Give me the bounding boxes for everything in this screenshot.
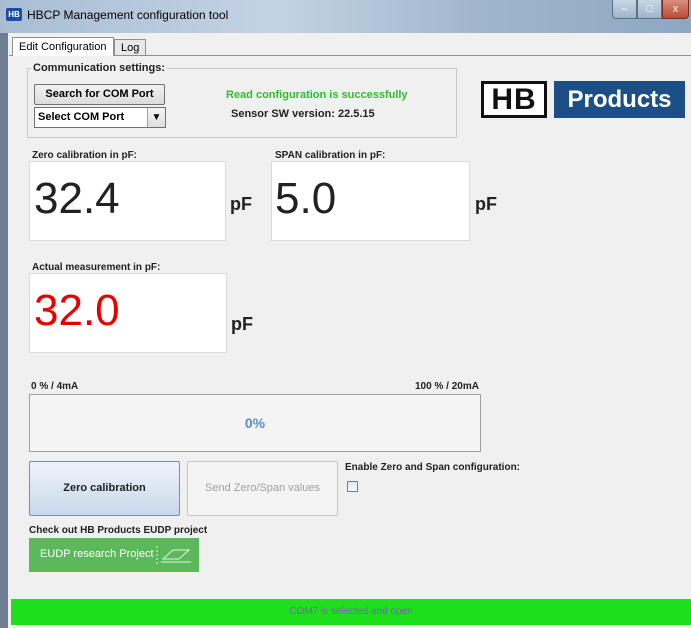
close-button[interactable]: x [662,0,689,19]
chevron-down-icon[interactable]: ▼ [147,108,165,127]
tab-log[interactable]: Log [114,39,146,55]
zero-calibration-button[interactable]: Zero calibration [29,461,180,516]
search-com-port-button[interactable]: Search for COM Port [34,84,165,105]
actual-measurement-display: 32.0 [29,273,227,353]
eudp-label: Check out HB Products EUDP project [29,525,208,536]
maximize-button[interactable]: □ [637,0,662,19]
zero-calibration-unit: pF [230,194,252,214]
app-icon: HB [6,8,22,21]
progress-text: 0% [244,415,266,431]
range-high-label: 100 % / 20mA [415,381,479,392]
span-calibration-label: SPAN calibration in pF: [275,150,386,161]
com-port-select[interactable]: Select COM Port ▼ [34,107,166,128]
eudp-button-label: EUDP research Project [40,548,154,560]
actual-measurement-unit: pF [231,314,253,334]
span-calibration-field[interactable]: 5.0 [271,161,470,241]
enable-config-label: Enable Zero and Span configuration: [345,462,521,473]
window-title: HBCP Management configuration tool [27,8,229,22]
eudp-research-button[interactable]: EUDP research Project [29,538,199,572]
zero-calibration-label: Zero calibration in pF: [32,150,138,161]
logo-hb: HB [481,81,547,118]
enable-config-checkbox[interactable] [347,481,358,492]
span-calibration-unit: pF [475,194,497,214]
chart-icon [156,546,191,564]
communication-group-title: Communication settings: [31,62,168,74]
measurement-progress-bar: 0% [29,394,481,452]
sensor-sw-version: Sensor SW version: 22.5.15 [231,108,375,120]
logo-products: Products [554,81,685,118]
read-status-message: Read configuration is successfully [226,89,408,101]
send-zero-span-button[interactable]: Send Zero/Span values [187,461,338,516]
actual-measurement-label: Actual measurement in pF: [32,262,161,273]
zero-calibration-field[interactable]: 32.4 [29,161,226,241]
range-low-label: 0 % / 4mA [31,381,79,392]
status-bar: COM7 is selected and open [11,599,691,625]
com-port-select-value: Select COM Port [38,111,125,123]
tab-edit-configuration[interactable]: Edit Configuration [12,37,114,56]
minimize-button[interactable]: – [612,0,637,19]
